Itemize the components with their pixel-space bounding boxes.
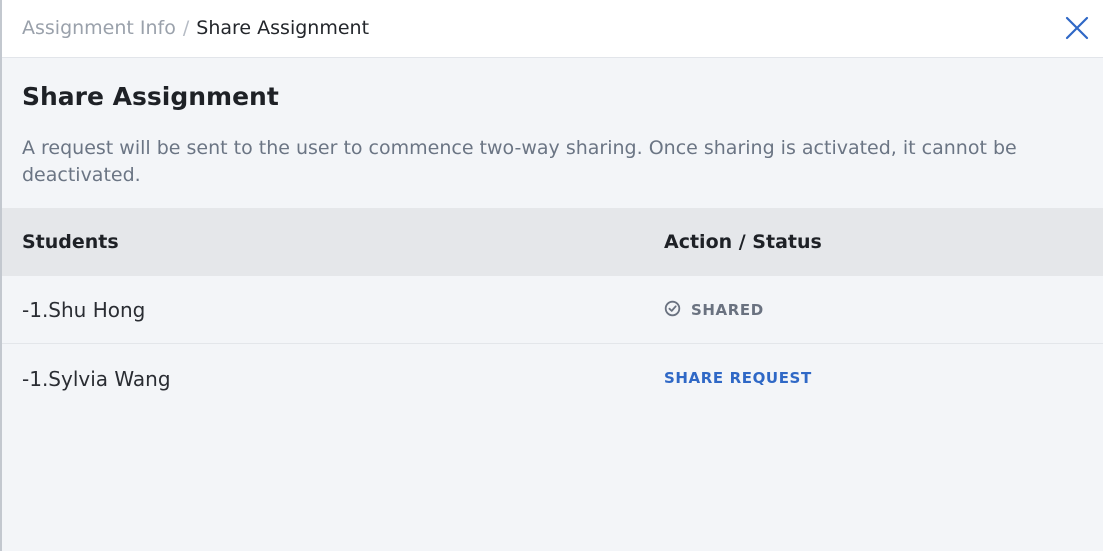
share-request-button[interactable]: SHARE REQUEST [664,367,812,389]
student-name: -1.Sylvia Wang [22,367,171,391]
student-name: -1.Shu Hong [22,298,146,322]
column-header-students: Students [22,231,119,253]
breadcrumb-separator: / [182,17,190,39]
page-description: A request will be sent to the user to co… [22,137,1017,186]
page-title: Share Assignment [22,82,279,111]
breadcrumb: Assignment Info / Share Assignment [22,16,369,40]
check-circle-icon [664,300,681,316]
status-shared: SHARED [664,298,764,322]
table-header: Students Action / Status [2,208,1103,276]
table-row: -1.Sylvia Wang SHARE REQUEST [2,345,1103,413]
breadcrumb-current: Share Assignment [196,17,370,39]
table-row: -1.Shu Hong SHARED [2,276,1103,344]
close-icon [1065,16,1089,40]
dialog-header: Assignment Info / Share Assignment [2,0,1103,58]
breadcrumb-assignment-info[interactable]: Assignment Info [22,17,176,39]
column-header-action-status: Action / Status [664,231,822,253]
status-label: SHARED [691,301,764,319]
close-button[interactable] [1063,14,1091,42]
share-assignment-dialog: Assignment Info / Share Assignment Share A… [0,0,1103,551]
